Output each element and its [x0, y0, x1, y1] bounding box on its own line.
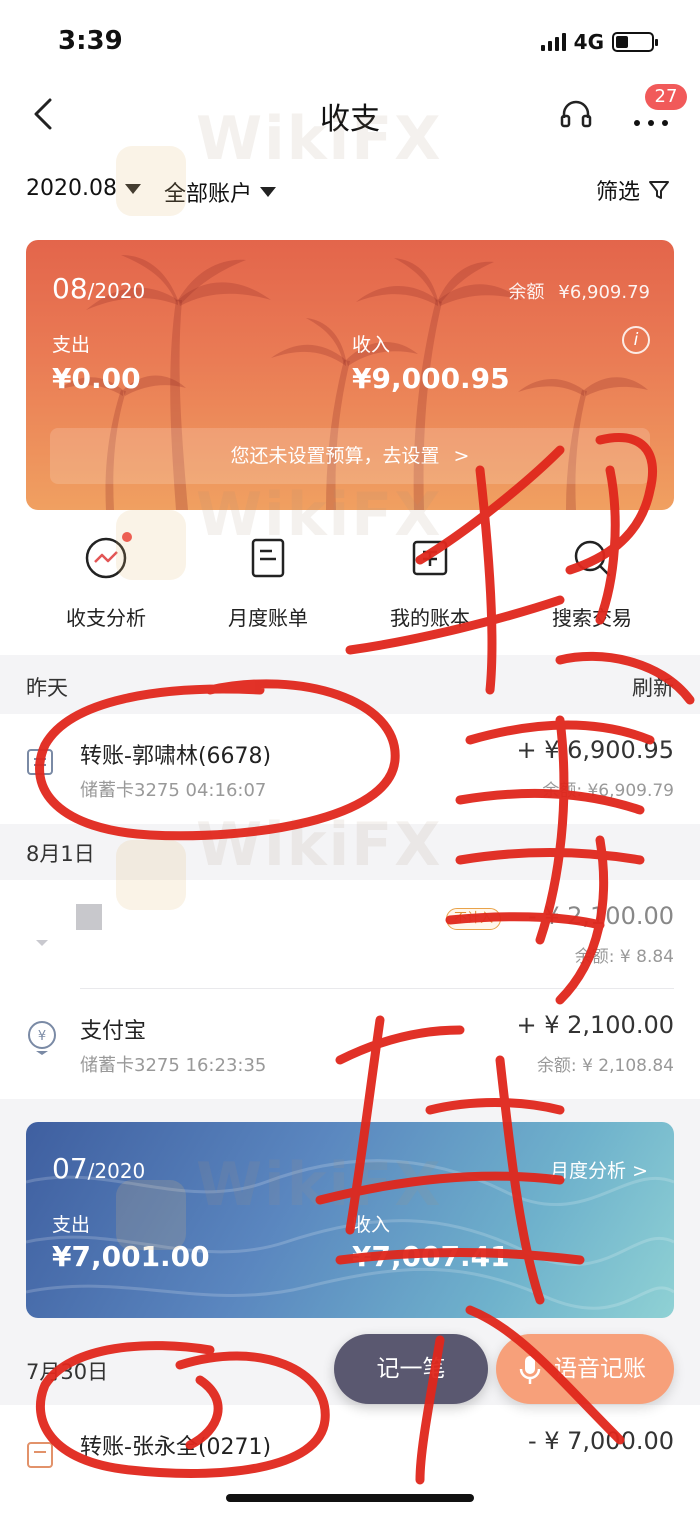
quick-action-search[interactable]: 搜索交易: [517, 536, 667, 631]
chevron-right-icon: >: [632, 1160, 648, 1182]
more-dot-icon: [648, 120, 654, 126]
refresh-button[interactable]: 刷新: [632, 672, 674, 702]
headset-icon[interactable]: [558, 96, 594, 132]
status-indicators: 4G: [540, 30, 658, 54]
voice-record-button[interactable]: 语音记账: [496, 1334, 674, 1404]
income-value: ¥7,007.41: [352, 1240, 510, 1273]
watermark-logo: [116, 510, 186, 580]
section-date: 8月1日: [26, 842, 95, 866]
section-date: 7月30日: [26, 1360, 109, 1384]
transaction-row[interactable]: ¥ 支付宝 储蓄卡3275 16:23:35 + ¥ 2,100.00 余额: …: [0, 989, 700, 1099]
more-dot-icon: [662, 120, 668, 126]
watermark: WikiFX: [196, 104, 443, 174]
signal-icon: [540, 33, 566, 51]
monthly-analysis-link[interactable]: 月度分析 >: [550, 1156, 648, 1183]
date-header: 昨天 刷新: [0, 658, 700, 714]
transaction-amount: + ¥ 6,900.95: [516, 736, 674, 764]
card-month-year: /2020: [87, 279, 146, 303]
transaction-amount: + ¥ 2,100.00: [516, 1011, 674, 1039]
watermark-logo: [116, 840, 186, 910]
transaction-amount: - ¥ 2,100.00: [527, 902, 674, 930]
quick-action-label: 搜索交易: [552, 606, 632, 630]
battery-icon: [612, 32, 658, 52]
month-summary-card[interactable]: 08/2020 余额 ¥6,909.79 支出 ¥0.00 收入 ¥9,000.9…: [26, 240, 674, 510]
transaction-subtitle: 储蓄卡3275 04:16:07: [80, 780, 267, 801]
svg-text:¥: ¥: [38, 1029, 46, 1044]
quick-action-label: 我的账本: [390, 606, 470, 630]
status-time: 3:39: [58, 26, 123, 56]
card-balance-label: 余额: [508, 282, 545, 303]
monthly-analysis-label: 月度分析: [550, 1160, 627, 1182]
voice-record-label: 语音记账: [554, 1356, 646, 1382]
caret-down-icon: [260, 187, 277, 197]
funnel-icon: [649, 181, 670, 199]
quick-action-label: 月度账单: [228, 606, 308, 630]
card-month-number: 08: [52, 272, 88, 305]
transaction-balance: 余额: ¥ 2,108.84: [536, 1056, 674, 1076]
budget-prompt-text: 您还未设置预算，去设置: [230, 445, 440, 467]
filter-button[interactable]: 筛选: [596, 174, 670, 206]
expense-label: 支出: [52, 1214, 91, 1236]
more-dot-icon: [634, 120, 640, 126]
transaction-title: 转账-张永全(0271): [80, 1435, 272, 1460]
transaction-balance: 余额: ¥ 8.84: [574, 947, 674, 967]
quick-action-ledger[interactable]: 我的账本: [355, 536, 505, 631]
month-select-label: 2020.08: [26, 176, 117, 201]
quick-action-label: 收支分析: [66, 606, 146, 630]
transfer-icon: [36, 940, 48, 946]
card-month-number: 07: [52, 1152, 88, 1185]
home-indicator: [226, 1494, 474, 1502]
notification-badge: 27: [645, 84, 687, 110]
network-type: 4G: [573, 30, 604, 54]
watermark: WikiFX: [196, 810, 443, 880]
yuan-coin-icon: ¥: [28, 1021, 56, 1055]
record-entry-button[interactable]: 记一笔: [334, 1334, 488, 1404]
chevron-right-icon: >: [453, 445, 470, 467]
transaction-row[interactable]: 不计入 - ¥ 2,100.00 余额: ¥ 8.84: [0, 880, 700, 990]
expense-value: ¥0.00: [52, 362, 141, 395]
card-balance: 余额 ¥6,909.79: [508, 278, 650, 304]
info-icon[interactable]: i: [622, 326, 650, 354]
card-balance-value: ¥6,909.79: [558, 282, 650, 303]
transaction-title: 支付宝: [80, 1019, 147, 1044]
watermark: WikiFX: [196, 1150, 443, 1220]
watermark-logo: [116, 1180, 186, 1250]
watermark: WikiFX: [196, 480, 443, 550]
income-value: ¥9,000.95: [352, 362, 510, 395]
quick-action-monthly-bill[interactable]: 月度账单: [193, 536, 343, 631]
transaction-title: 转账-郭啸林(6678): [80, 744, 272, 769]
transaction-amount: - ¥ 7,000.00: [527, 1427, 674, 1455]
transfer-icon: [27, 749, 53, 775]
watermark-logo: [116, 146, 186, 216]
income-label: 收入: [352, 334, 391, 356]
transaction-row[interactable]: 转账-郭啸林(6678) 储蓄卡3275 04:16:07 + ¥ 6,900.…: [0, 714, 700, 824]
search-icon: [570, 536, 614, 580]
transaction-subtitle: 储蓄卡3275 16:23:35: [80, 1055, 267, 1076]
transfer-icon: [27, 1442, 53, 1468]
not-counted-tag: 不计入: [446, 908, 502, 930]
status-bar: 3:39 4G: [0, 0, 700, 80]
redacted-block: [76, 904, 102, 930]
expense-label: 支出: [52, 334, 91, 356]
budget-prompt-button[interactable]: 您还未设置预算，去设置 >: [50, 428, 650, 484]
section-date: 昨天: [26, 676, 68, 700]
microphone-icon: [519, 1356, 541, 1384]
card-month: 08/2020: [52, 272, 145, 305]
transaction-balance: 余额: ¥6,909.79: [542, 781, 674, 801]
filter-label: 筛选: [596, 180, 641, 205]
